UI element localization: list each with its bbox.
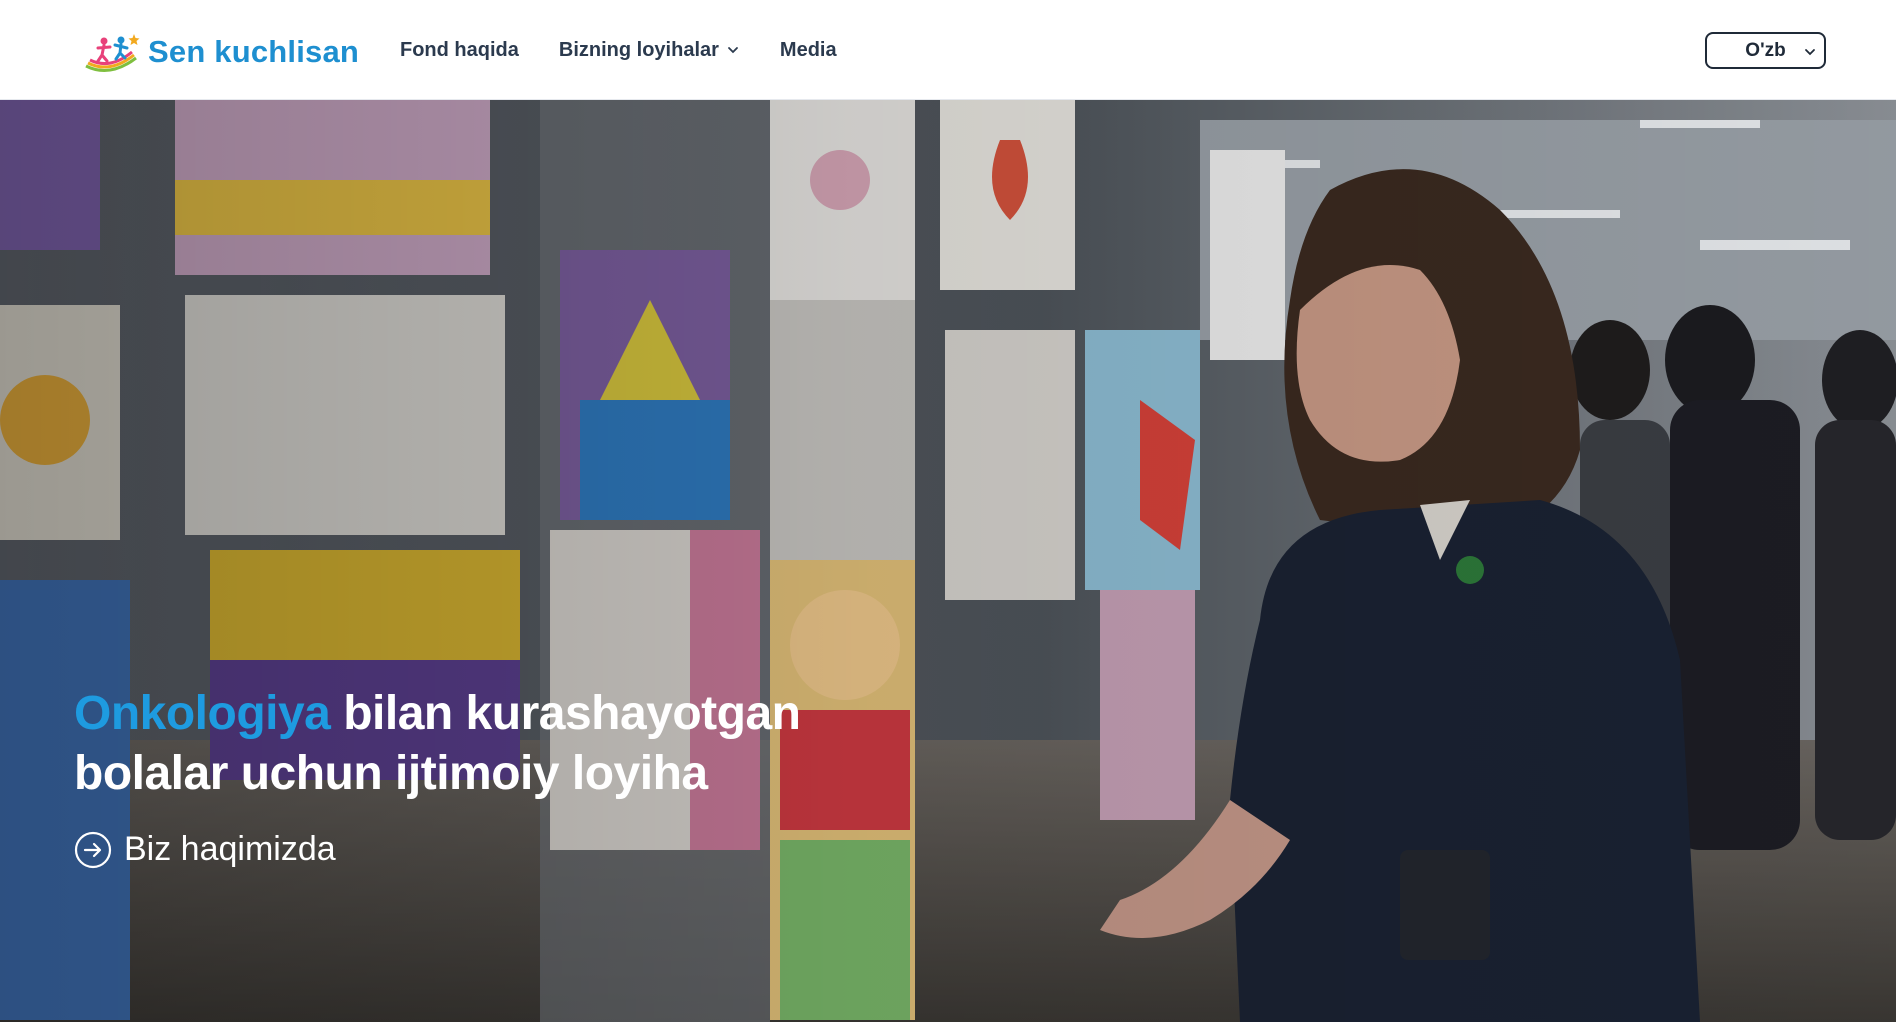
site-header: Sen kuchlisan Fond haqida Bizning loyiha… <box>0 0 1896 100</box>
about-us-link[interactable]: Biz haqimizda <box>74 830 336 869</box>
arrow-right-circle-icon <box>74 831 112 868</box>
nav-label: Media <box>779 38 837 61</box>
logo-icon <box>85 34 140 72</box>
chevron-down-icon <box>728 47 738 54</box>
about-us-label: Biz haqimizda <box>124 830 336 868</box>
hero-banner: Onkologiya bilan kurashayotgan bolalar u… <box>0 100 1896 1022</box>
main-nav: Fond haqida Bizning loyihalar Media <box>400 36 837 64</box>
chevron-down-icon <box>1805 49 1815 56</box>
logo-text: Sen kuchlisan <box>148 34 360 69</box>
hero-title-accent: Onkologiya <box>74 687 331 740</box>
hero-title: Onkologiya bilan kurashayotgan bolalar u… <box>74 684 974 804</box>
nav-label: Fond haqida <box>400 38 519 61</box>
hero-title-line2: bolalar uchun ijtimoiy loyiha <box>74 747 708 800</box>
nav-fond-haqida[interactable]: Fond haqida <box>400 39 519 62</box>
hero-overlay <box>0 100 1896 1022</box>
hero-title-line1: bilan kurashayotgan <box>330 687 801 740</box>
language-value: O'zb <box>1745 39 1786 61</box>
nav-label: Bizning loyihalar <box>558 38 719 61</box>
nav-media[interactable]: Media <box>780 39 837 62</box>
language-select[interactable]: O'zb <box>1705 32 1826 69</box>
logo[interactable]: Sen kuchlisan <box>80 30 359 74</box>
nav-bizning-loyihalar[interactable]: Bizning loyihalar <box>559 39 740 62</box>
